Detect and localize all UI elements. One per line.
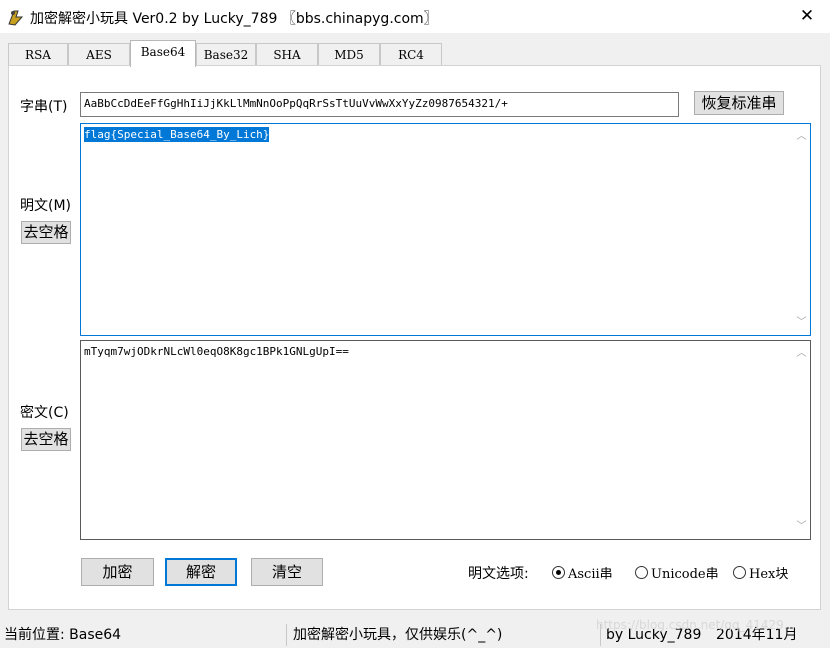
radio-unicode-label: Unicode串 <box>651 567 719 582</box>
plaintext-scrollbar[interactable]: ︿ ﹀ <box>793 124 810 335</box>
plaintext-value: flag{Special_Base64_By_Lich} <box>84 127 270 142</box>
radio-unselected-icon <box>635 566 648 579</box>
close-icon: ✕ <box>799 6 815 26</box>
status-position: 当前位置: Base64 <box>4 627 122 643</box>
radio-unicode[interactable]: Unicode串 <box>635 563 719 582</box>
scroll-down-icon[interactable]: ﹀ <box>793 314 810 331</box>
radio-unselected-icon <box>733 566 746 579</box>
encrypt-button[interactable]: 加密 <box>81 558 154 586</box>
tab-rsa[interactable]: RSA <box>8 43 68 65</box>
decrypt-button[interactable]: 解密 <box>165 558 237 586</box>
clear-button[interactable]: 清空 <box>251 558 323 586</box>
tab-label: Base32 <box>203 48 249 62</box>
plaintext-options-label: 明文选项: <box>468 566 529 582</box>
tab-md5[interactable]: MD5 <box>318 43 380 65</box>
radio-hex-label: Hex块 <box>749 567 789 582</box>
tab-label: Base64 <box>140 45 186 59</box>
tab-label: AES <box>86 48 112 62</box>
plaintext-strip-spaces-button[interactable]: 去空格 <box>21 221 71 244</box>
charset-input[interactable]: AaBbCcDdEeFfGgHhIiJjKkLlMmNnOoPpQqRrSsTt… <box>80 92 679 117</box>
radio-hex[interactable]: Hex块 <box>733 563 788 582</box>
status-message: 加密解密小玩具，仅供娱乐(^_^) <box>293 627 503 643</box>
scroll-down-icon[interactable]: ﹀ <box>793 518 810 535</box>
app-icon <box>8 10 24 26</box>
tab-label: RC4 <box>398 48 424 62</box>
tab-base64[interactable]: Base64 <box>130 40 196 67</box>
ciphertext-scrollbar[interactable]: ︿ ﹀ <box>793 341 810 539</box>
tab-label: MD5 <box>334 48 364 62</box>
tab-label: RSA <box>25 48 51 62</box>
tab-label: SHA <box>273 48 301 62</box>
ciphertext-label: 密文(C) <box>20 405 69 421</box>
radio-ascii[interactable]: Ascii串 <box>552 563 613 582</box>
plaintext-textarea[interactable]: flag{Special_Base64_By_Lich} ︿ ﹀ <box>80 123 811 336</box>
charset-label: 字串(T) <box>20 99 68 115</box>
scroll-up-icon[interactable]: ︿ <box>793 345 810 362</box>
ciphertext-value: mTyqm7wjODkrNLcWl0eqO8K8gc1BPk1GNLgUpI== <box>84 345 349 358</box>
tab-sha[interactable]: SHA <box>256 43 318 65</box>
radio-ascii-label: Ascii串 <box>568 567 613 582</box>
ciphertext-strip-spaces-button[interactable]: 去空格 <box>21 428 71 451</box>
scroll-up-icon[interactable]: ︿ <box>793 128 810 145</box>
plaintext-label: 明文(M) <box>20 198 72 214</box>
tab-aes[interactable]: AES <box>68 43 130 65</box>
ciphertext-textarea[interactable]: mTyqm7wjODkrNLcWl0eqO8K8gc1BPk1GNLgUpI==… <box>80 340 811 540</box>
status-divider <box>286 624 287 646</box>
restore-standard-button[interactable]: 恢复标准串 <box>694 91 784 115</box>
close-button[interactable]: ✕ <box>784 0 830 33</box>
radio-selected-icon <box>552 566 565 579</box>
title-bar: 加密解密小玩具 Ver0.2 by Lucky_789 〖bbs.chinapy… <box>0 0 830 33</box>
tab-base32[interactable]: Base32 <box>196 43 256 65</box>
tab-rc4[interactable]: RC4 <box>380 43 442 65</box>
window-title: 加密解密小玩具 Ver0.2 by Lucky_789 〖bbs.chinapy… <box>30 11 438 27</box>
watermark: https://blog.csdn.net/qq_41429... <box>596 618 796 632</box>
